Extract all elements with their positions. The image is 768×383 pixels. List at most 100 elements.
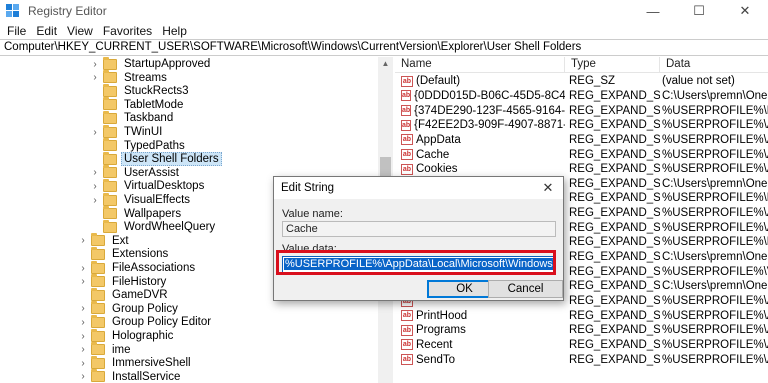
tree-item-label: Wallpapers xyxy=(124,207,182,220)
chevron-right-icon[interactable]: › xyxy=(90,59,100,70)
scroll-up-icon[interactable]: ▲ xyxy=(378,57,393,71)
value-data-cell: C:\Users\premn\OneDr xyxy=(662,251,768,264)
tree-item[interactable]: User Shell Folders xyxy=(90,151,222,167)
address-bar[interactable]: Computer\HKEY_CURRENT_USER\SOFTWARE\Micr… xyxy=(0,39,768,56)
tree-item-label: Taskband xyxy=(124,112,174,125)
value-name-text: {0DDD015D-B06C-45D5-8C4C-F597... xyxy=(414,89,565,102)
tree-item[interactable]: StuckRects3 xyxy=(90,83,192,98)
chevron-right-icon[interactable]: › xyxy=(78,276,88,287)
value-row[interactable]: abRecent REG_EXPAND_SZ%USERPROFILE%\AppD xyxy=(395,338,768,353)
string-value-icon: ab xyxy=(401,105,412,117)
value-row[interactable]: ab{0DDD015D-B06C-45D5-8C4C-F597... REG_EX… xyxy=(395,89,768,104)
value-row[interactable]: abCookies REG_EXPAND_SZ%USERPROFILE%\AppD xyxy=(395,162,768,177)
chevron-right-icon[interactable]: › xyxy=(90,72,100,83)
tree-item[interactable]: › Streams xyxy=(90,70,170,85)
registry-editor-icon xyxy=(6,4,20,18)
folder-icon xyxy=(103,138,117,152)
tree-item[interactable]: › TWinUI xyxy=(90,124,165,139)
tree-item-label: Group Policy Editor xyxy=(112,316,212,329)
tree-item[interactable]: › FileAssociations xyxy=(78,260,198,275)
value-name-text: Programs xyxy=(416,324,466,337)
folder-icon xyxy=(103,124,117,138)
tree-item[interactable]: › UserAssist xyxy=(90,165,182,180)
value-row[interactable]: ab (Default) REG_SZ (value not set) xyxy=(395,74,768,89)
value-data-cell: %USERPROFILE%\Down xyxy=(662,104,768,117)
tree-item[interactable]: › Group Policy xyxy=(78,301,181,316)
chevron-right-icon[interactable]: › xyxy=(78,358,88,369)
dialog-close-button[interactable]: ✕ xyxy=(539,179,557,197)
tree-item[interactable]: › ImmersiveShell xyxy=(78,355,194,370)
tree-item[interactable]: Wallpapers xyxy=(90,206,184,221)
tree-item[interactable]: › Group Policy Editor xyxy=(78,314,214,329)
value-row[interactable]: abPrograms REG_EXPAND_SZ%USERPROFILE%\App… xyxy=(395,323,768,338)
string-value-icon: ab xyxy=(401,119,412,131)
close-button[interactable]: ✕ xyxy=(722,0,768,22)
tree-item[interactable]: GameDVR xyxy=(78,287,171,302)
chevron-right-icon[interactable]: › xyxy=(90,195,100,206)
tree-item[interactable]: Taskband xyxy=(90,110,176,125)
value-name-label: Value name: xyxy=(282,208,343,220)
value-name-cell: ab{F42EE2D3-909F-4907-8871-4C22FC... xyxy=(395,119,565,131)
chevron-right-icon[interactable]: › xyxy=(90,127,100,138)
menu-help[interactable]: Help xyxy=(159,24,194,38)
value-name-cell: ab{374DE290-123F-4565-9164-39C492... xyxy=(395,105,565,117)
tree-item[interactable]: › StartupApproved xyxy=(90,57,213,71)
value-row[interactable]: abAppData REG_EXPAND_SZ%USERPROFILE%\AppD xyxy=(395,133,768,148)
maximize-button[interactable]: ☐ xyxy=(676,0,722,22)
value-row[interactable]: ab{374DE290-123F-4565-9164-39C492... REG_… xyxy=(395,103,768,118)
string-value-icon: ab xyxy=(401,310,413,322)
value-data-cell: %USERPROFILE%\AppD xyxy=(662,309,768,322)
chevron-right-icon[interactable]: › xyxy=(78,344,88,355)
chevron-right-icon[interactable]: › xyxy=(78,303,88,314)
value-type-cell: REG_EXPAND_SZ xyxy=(569,309,660,322)
tree-item[interactable]: › InstallService xyxy=(78,369,183,383)
value-name-text: Recent xyxy=(416,338,453,351)
tree-item[interactable]: TypedPaths xyxy=(90,138,188,153)
chevron-right-icon[interactable]: › xyxy=(90,181,100,192)
chevron-right-icon[interactable]: › xyxy=(90,167,100,178)
value-data-cell: %USERPROFILE%\AppD xyxy=(662,163,768,176)
chevron-right-icon[interactable]: › xyxy=(78,331,88,342)
cancel-button[interactable]: Cancel xyxy=(488,280,563,298)
chevron-right-icon[interactable]: › xyxy=(78,235,88,246)
tree-item-label: Ext xyxy=(112,234,129,247)
value-data-cell: %USERPROFILE%\Favor xyxy=(662,192,768,205)
tree-item[interactable]: › VirtualDesktops xyxy=(90,178,207,193)
tree-item[interactable]: TabletMode xyxy=(90,97,186,112)
folder-icon xyxy=(103,165,117,179)
menu-edit[interactable]: Edit xyxy=(33,24,64,38)
tree-item[interactable]: › VisualEffects xyxy=(90,192,193,207)
menu-favorites[interactable]: Favorites xyxy=(100,24,159,38)
chevron-right-icon[interactable]: › xyxy=(78,371,88,382)
value-row[interactable]: ab{F42EE2D3-909F-4907-8871-4C22FC... REG_… xyxy=(395,118,768,133)
column-name[interactable]: Name xyxy=(395,57,565,73)
chevron-right-icon[interactable]: › xyxy=(78,263,88,274)
string-value-icon: ab xyxy=(401,90,412,102)
value-type-cell: REG_EXPAND_SZ xyxy=(569,104,660,117)
tree-item[interactable]: › Ext xyxy=(78,233,132,248)
value-type-cell: REG_EXPAND_SZ xyxy=(569,251,660,264)
value-name-text: {F42EE2D3-909F-4907-8871-4C22FC... xyxy=(414,119,565,132)
value-type-cell: REG_EXPAND_SZ xyxy=(569,265,660,278)
value-row[interactable]: abSendTo REG_EXPAND_SZ%USERPROFILE%\AppD xyxy=(395,352,768,367)
minimize-button[interactable]: — xyxy=(630,0,676,22)
tree-item[interactable]: › FileHistory xyxy=(78,274,169,289)
string-value-icon: ab xyxy=(401,324,413,336)
menu-view[interactable]: View xyxy=(64,24,100,38)
tree-item[interactable]: WordWheelQuery xyxy=(90,219,218,234)
tree-item-label: InstallService xyxy=(112,370,181,383)
column-type[interactable]: Type xyxy=(565,57,660,73)
tree-item[interactable]: › ime xyxy=(78,342,134,357)
string-value-icon: ab xyxy=(401,339,413,351)
column-data[interactable]: Data xyxy=(660,57,768,73)
value-name-text: SendTo xyxy=(416,353,456,366)
tree-item-label: ImmersiveShell xyxy=(112,357,191,370)
value-type-cell: REG_EXPAND_SZ xyxy=(569,192,660,205)
value-row[interactable]: abPrintHood REG_EXPAND_SZ%USERPROFILE%\Ap… xyxy=(395,308,768,323)
menu-file[interactable]: File xyxy=(4,24,33,38)
value-row[interactable]: abCache REG_EXPAND_SZ%USERPROFILE%\AppD xyxy=(395,147,768,162)
value-name-cell: ab Programs xyxy=(395,324,565,336)
chevron-right-icon[interactable]: › xyxy=(78,317,88,328)
tree-item[interactable]: › Holographic xyxy=(78,328,176,343)
tree-item[interactable]: Extensions xyxy=(78,246,171,261)
